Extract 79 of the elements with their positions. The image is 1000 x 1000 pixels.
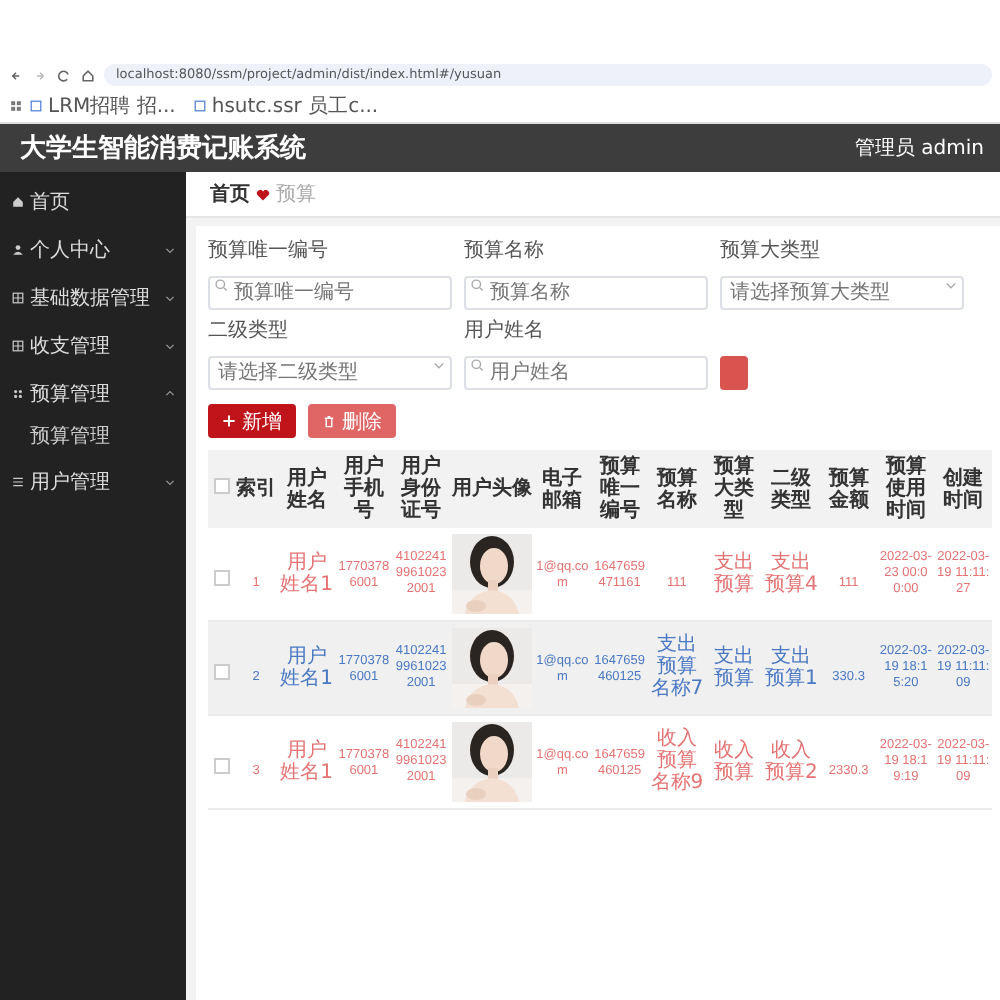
input-field[interactable]: 预算名称	[464, 276, 708, 310]
filter-label: 预算名称	[464, 238, 546, 264]
person-icon	[12, 244, 24, 256]
home-icon[interactable]	[80, 67, 96, 83]
caret-icon	[432, 358, 446, 372]
input-field[interactable]: 预算唯一编号	[208, 276, 452, 310]
select-all-checkbox[interactable]	[213, 478, 229, 494]
sidebar-subitem[interactable]: 预算管理	[0, 418, 186, 458]
forward-icon[interactable]	[32, 67, 48, 83]
search-button[interactable]	[720, 356, 748, 390]
table-cell: 用户姓名1	[280, 551, 334, 595]
column-header[interactable]: 用户身份证号	[392, 450, 450, 528]
table-cell: 用户姓名1	[280, 739, 334, 783]
sidebar-item[interactable]: 个人中心	[0, 226, 186, 274]
back-icon[interactable]	[8, 67, 24, 83]
plus-icon	[222, 414, 236, 428]
sidebar-item[interactable]: 预算管理	[0, 370, 186, 418]
page-icon	[193, 100, 206, 112]
search-icon	[214, 278, 228, 292]
sidebar-item[interactable]: 收支管理	[0, 322, 186, 370]
filter-label: 预算大类型	[720, 237, 822, 264]
sidebar-item[interactable]: 基础数据管理	[0, 274, 186, 322]
sidebar-item[interactable]: 用户管理	[0, 458, 186, 506]
table-cell: 支出预算名称7	[650, 634, 704, 700]
select-field[interactable]: 请选择预算大类型	[720, 276, 964, 310]
chevron-icon	[164, 388, 176, 400]
table-cell: 收入预算名称9	[650, 728, 704, 794]
row-checkbox[interactable]	[213, 569, 229, 585]
breadcrumb-item: 预算	[276, 182, 316, 208]
column-header[interactable]: 预算金额	[820, 450, 878, 528]
column-header[interactable]: 电子邮箱	[533, 450, 591, 528]
home-icon	[12, 196, 24, 208]
user-label: 管理员 admin	[854, 136, 984, 162]
chevron-icon	[164, 476, 176, 488]
dots-icon	[12, 388, 24, 400]
column-header[interactable]: 二级类型	[762, 450, 820, 528]
table-cell-text: 收入预算	[712, 739, 757, 783]
grid-icon	[12, 292, 24, 304]
column-header[interactable]: 索引	[234, 450, 278, 528]
heart-icon	[256, 187, 270, 201]
bookmark-link[interactable]: LRM招聘 招...	[48, 92, 176, 120]
column-header[interactable]: 预算名称	[648, 450, 706, 528]
table-cell: 收入预算2	[764, 739, 818, 783]
caret-icon	[944, 278, 958, 292]
table-cell: 支出预算4	[764, 551, 818, 595]
input-field[interactable]: 用户姓名	[464, 356, 708, 390]
column-header[interactable]: 预算大类型	[705, 450, 763, 528]
column-header[interactable]: 用户姓名	[278, 450, 336, 528]
column-header[interactable]: 创建时间	[934, 450, 992, 528]
column-header[interactable]: 用户头像	[449, 450, 534, 528]
grid-icon	[12, 340, 24, 352]
row-checkbox[interactable]	[213, 757, 229, 773]
row-checkbox[interactable]	[213, 663, 229, 679]
sidebar-item[interactable]: 首页	[0, 178, 186, 226]
list-icon	[12, 476, 24, 488]
page-icon	[30, 100, 42, 112]
column-header[interactable]: 用户手机号	[335, 450, 393, 528]
filter-label: 二级类型	[208, 317, 290, 344]
breadcrumb-link[interactable]: 首页	[210, 180, 250, 208]
apps-icon[interactable]	[8, 98, 24, 114]
reload-icon[interactable]	[56, 67, 72, 83]
bookmark-link[interactable]: hsutc.ssr 员工c...	[211, 92, 379, 120]
app-title: 大学生智能消费记账系统	[20, 131, 306, 166]
table-cell-text: 支出预算	[712, 645, 757, 689]
chevron-icon	[164, 244, 176, 256]
table-cell: 用户姓名1	[280, 645, 334, 689]
chevron-icon	[164, 340, 176, 352]
column-header[interactable]: 预算使用时间	[877, 450, 935, 528]
filter-label: 预算唯一编号	[208, 237, 330, 264]
add-button[interactable]: 新增	[208, 404, 296, 438]
column-header[interactable]: 预算唯一编号	[591, 450, 649, 528]
chevron-icon	[164, 292, 176, 304]
table-cell-text: 支出预算	[712, 551, 757, 595]
search-icon	[470, 358, 484, 372]
table-cell: 支出预算1	[764, 645, 818, 689]
trash-icon	[322, 414, 336, 428]
select-field[interactable]: 请选择二级类型	[208, 356, 452, 390]
search-icon	[470, 278, 484, 292]
filter-label: 用户姓名	[464, 317, 546, 344]
